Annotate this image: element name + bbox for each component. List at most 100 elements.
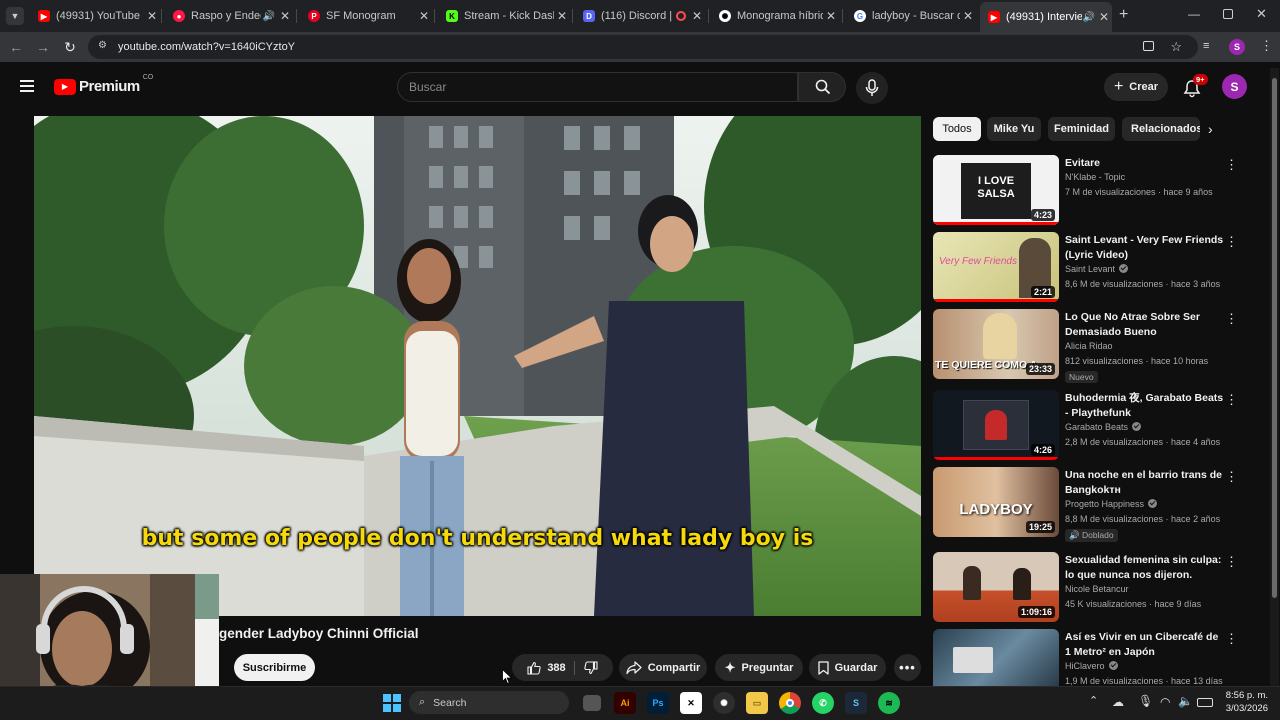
recommendation-title[interactable]: Saint Levant - Very Few Friends (Lyric V… — [1065, 233, 1225, 263]
browser-tab-kick[interactable]: K Stream - Kick Dashb ✕ — [438, 4, 570, 28]
battery-icon[interactable] — [1197, 698, 1213, 707]
address-bar[interactable]: ⚙ youtube.com/watch?v=1640iCYztoY ☆ — [88, 35, 1198, 59]
browser-tab-discord[interactable]: D (116) Discord | Ju ✕ — [575, 4, 705, 28]
recommendation-item[interactable]: 4:26 Buhodermia 夜, Garabato Beats - Play… — [933, 390, 1268, 464]
channel-name[interactable]: Saint Levant — [1065, 264, 1129, 274]
clock-time[interactable]: 8:56 p. m. — [1218, 690, 1268, 701]
browser-tab-interview-active[interactable]: ▶ (49931) Interview 🔊 ✕ — [980, 2, 1112, 32]
scrollbar-thumb[interactable] — [1272, 78, 1277, 598]
more-vertical-icon[interactable]: ⋮ — [1225, 554, 1238, 570]
minimize-window-button[interactable]: — — [1188, 7, 1200, 21]
recommendation-item[interactable]: I LOVE SALSA 4:23 Evitare N'Klabe - Topi… — [933, 155, 1268, 229]
recommendation-title[interactable]: Lo Que No Atrae Sobre Ser Demasiado Buen… — [1065, 310, 1225, 340]
like-button[interactable]: 388 — [527, 660, 575, 675]
browser-tab-google[interactable]: G ladyboy - Buscar co ✕ — [846, 4, 976, 28]
share-button[interactable]: Compartir — [619, 654, 707, 681]
profile-avatar-browser[interactable]: S — [1229, 39, 1245, 55]
channel-name[interactable]: Nicole Betancur — [1065, 584, 1129, 594]
chrome-icon[interactable] — [779, 692, 801, 714]
system-tray-chevron-icon[interactable]: ⌃ — [1089, 694, 1098, 707]
more-vertical-icon[interactable]: ⋮ — [1225, 392, 1238, 408]
chevron-right-icon[interactable]: › — [1208, 121, 1213, 137]
chatgpt-app-icon[interactable]: ✺ — [713, 692, 735, 714]
recommendation-title[interactable]: Así es Vivir en un Cibercafé de 1 Metro²… — [1065, 630, 1225, 660]
close-tab-icon[interactable]: ✕ — [416, 9, 432, 23]
video-thumbnail[interactable]: 1:09:16 — [933, 552, 1059, 622]
account-avatar[interactable]: S — [1222, 74, 1247, 99]
new-tab-button[interactable]: + — [1119, 7, 1128, 23]
channel-name[interactable]: Progetto Happiness — [1065, 499, 1158, 509]
recommendation-title[interactable]: Una noche en el barrio trans de Bangkokт… — [1065, 468, 1225, 498]
more-vertical-icon[interactable]: ⋮ — [1225, 311, 1238, 327]
video-thumbnail[interactable]: 4:26 — [933, 390, 1059, 460]
close-tab-icon[interactable]: ✕ — [689, 9, 705, 23]
illustrator-icon[interactable]: Ai — [614, 692, 636, 714]
chip-relacionados[interactable]: Relacionados — [1122, 117, 1200, 141]
site-info-icon[interactable]: ⚙ — [98, 40, 107, 51]
close-tab-icon[interactable]: ✕ — [960, 9, 976, 23]
tab-list-button[interactable]: ▼ — [6, 7, 24, 25]
browser-tab-youtube[interactable]: ▶ (49931) YouTube ✕ — [30, 4, 160, 28]
speaker-icon[interactable]: 🔊 — [261, 11, 277, 22]
recommendation-title[interactable]: Buhodermia 夜, Garabato Beats - Playthefu… — [1065, 391, 1225, 421]
recommendation-item[interactable]: 1:09:16 Sexualidad femenina sin culpa: l… — [933, 552, 1268, 626]
wifi-icon[interactable]: ◠ — [1160, 695, 1170, 709]
steam-icon[interactable]: S — [845, 692, 867, 714]
more-vertical-icon[interactable]: ⋮ — [1225, 469, 1238, 485]
video-thumbnail[interactable]: I LOVE SALSA 4:23 — [933, 155, 1059, 225]
close-tab-icon[interactable]: ✕ — [277, 9, 293, 23]
channel-name[interactable]: Garabato Beats — [1065, 422, 1142, 432]
search-input[interactable]: Buscar — [397, 72, 798, 102]
capcut-icon[interactable]: ✕ — [680, 692, 702, 714]
bookmark-star-icon[interactable]: ☆ — [1170, 39, 1182, 55]
speaker-icon[interactable]: 🔊 — [1082, 12, 1096, 23]
browser-tab-raspo[interactable]: ● Raspo y Endeco 🔊 ✕ — [165, 4, 293, 28]
recommendation-title[interactable]: Evitare — [1065, 156, 1225, 171]
install-app-icon[interactable] — [1143, 41, 1154, 51]
save-button[interactable]: Guardar — [809, 654, 886, 681]
create-button[interactable]: + Crear — [1104, 73, 1168, 101]
chip-feminidad[interactable]: Feminidad — [1048, 117, 1115, 141]
recommendation-item[interactable]: LADYBOY 19:25 Una noche en el barrio tra… — [933, 467, 1268, 542]
forward-arrow-icon[interactable]: → — [35, 39, 51, 55]
recommendation-title[interactable]: Sexualidad femenina sin culpa: lo que nu… — [1065, 553, 1225, 583]
video-thumbnail[interactable]: LADYBOY 19:25 — [933, 467, 1059, 537]
browser-tab-pinterest[interactable]: P SF Monogram ✕ — [300, 4, 432, 28]
browser-menu-icon[interactable]: ⋮ — [1260, 38, 1273, 54]
close-tab-icon[interactable]: ✕ — [144, 9, 160, 23]
notifications-button[interactable]: 9+ — [1182, 74, 1208, 98]
page-scrollbar[interactable] — [1270, 68, 1279, 686]
windows-start-icon[interactable] — [381, 692, 403, 714]
browser-tab-monograma[interactable]: ✺ Monograma híbrido ✕ — [711, 4, 839, 28]
close-tab-icon[interactable]: ✕ — [823, 9, 839, 23]
whatsapp-icon[interactable]: ✆ — [812, 692, 834, 714]
spotify-icon[interactable]: ≋ — [878, 692, 900, 714]
voice-search-button[interactable] — [856, 72, 888, 104]
close-tab-icon[interactable]: ✕ — [554, 9, 570, 23]
recommendation-item[interactable]: TE QUIERE COMO A 23:33 Lo Que No Atrae S… — [933, 309, 1268, 383]
hamburger-menu-icon[interactable] — [20, 80, 34, 92]
clock-date[interactable]: 3/03/2026 — [1218, 703, 1268, 714]
dislike-button[interactable] — [581, 660, 598, 675]
ask-button[interactable]: ✦ Preguntar — [715, 654, 803, 681]
onedrive-icon[interactable]: ☁ — [1112, 695, 1124, 709]
close-window-button[interactable]: ✕ — [1256, 6, 1267, 22]
photoshop-icon[interactable]: Ps — [647, 692, 669, 714]
video-player[interactable]: but some of people don't understand what… — [34, 116, 921, 616]
subscribe-button[interactable]: Suscribirme — [234, 654, 315, 681]
chip-todos[interactable]: Todos — [933, 117, 981, 141]
more-vertical-icon[interactable]: ⋮ — [1225, 157, 1238, 173]
more-vertical-icon[interactable]: ⋮ — [1225, 631, 1238, 647]
mic-tray-icon[interactable]: 🎙 — [1138, 694, 1153, 708]
search-button[interactable] — [798, 72, 846, 102]
video-thumbnail[interactable] — [933, 629, 1059, 686]
file-explorer-icon[interactable]: ▭ — [746, 692, 768, 714]
more-actions-button[interactable]: ••• — [894, 654, 921, 681]
maximize-window-button[interactable] — [1223, 9, 1233, 19]
task-view-icon[interactable] — [583, 695, 601, 711]
back-arrow-icon[interactable]: ← — [8, 39, 24, 55]
recommendation-item[interactable]: Así es Vivir en un Cibercafé de 1 Metro²… — [933, 629, 1268, 686]
close-tab-icon[interactable]: ✕ — [1096, 10, 1112, 24]
more-vertical-icon[interactable]: ⋮ — [1225, 234, 1238, 250]
channel-name[interactable]: HiClavero — [1065, 661, 1118, 671]
